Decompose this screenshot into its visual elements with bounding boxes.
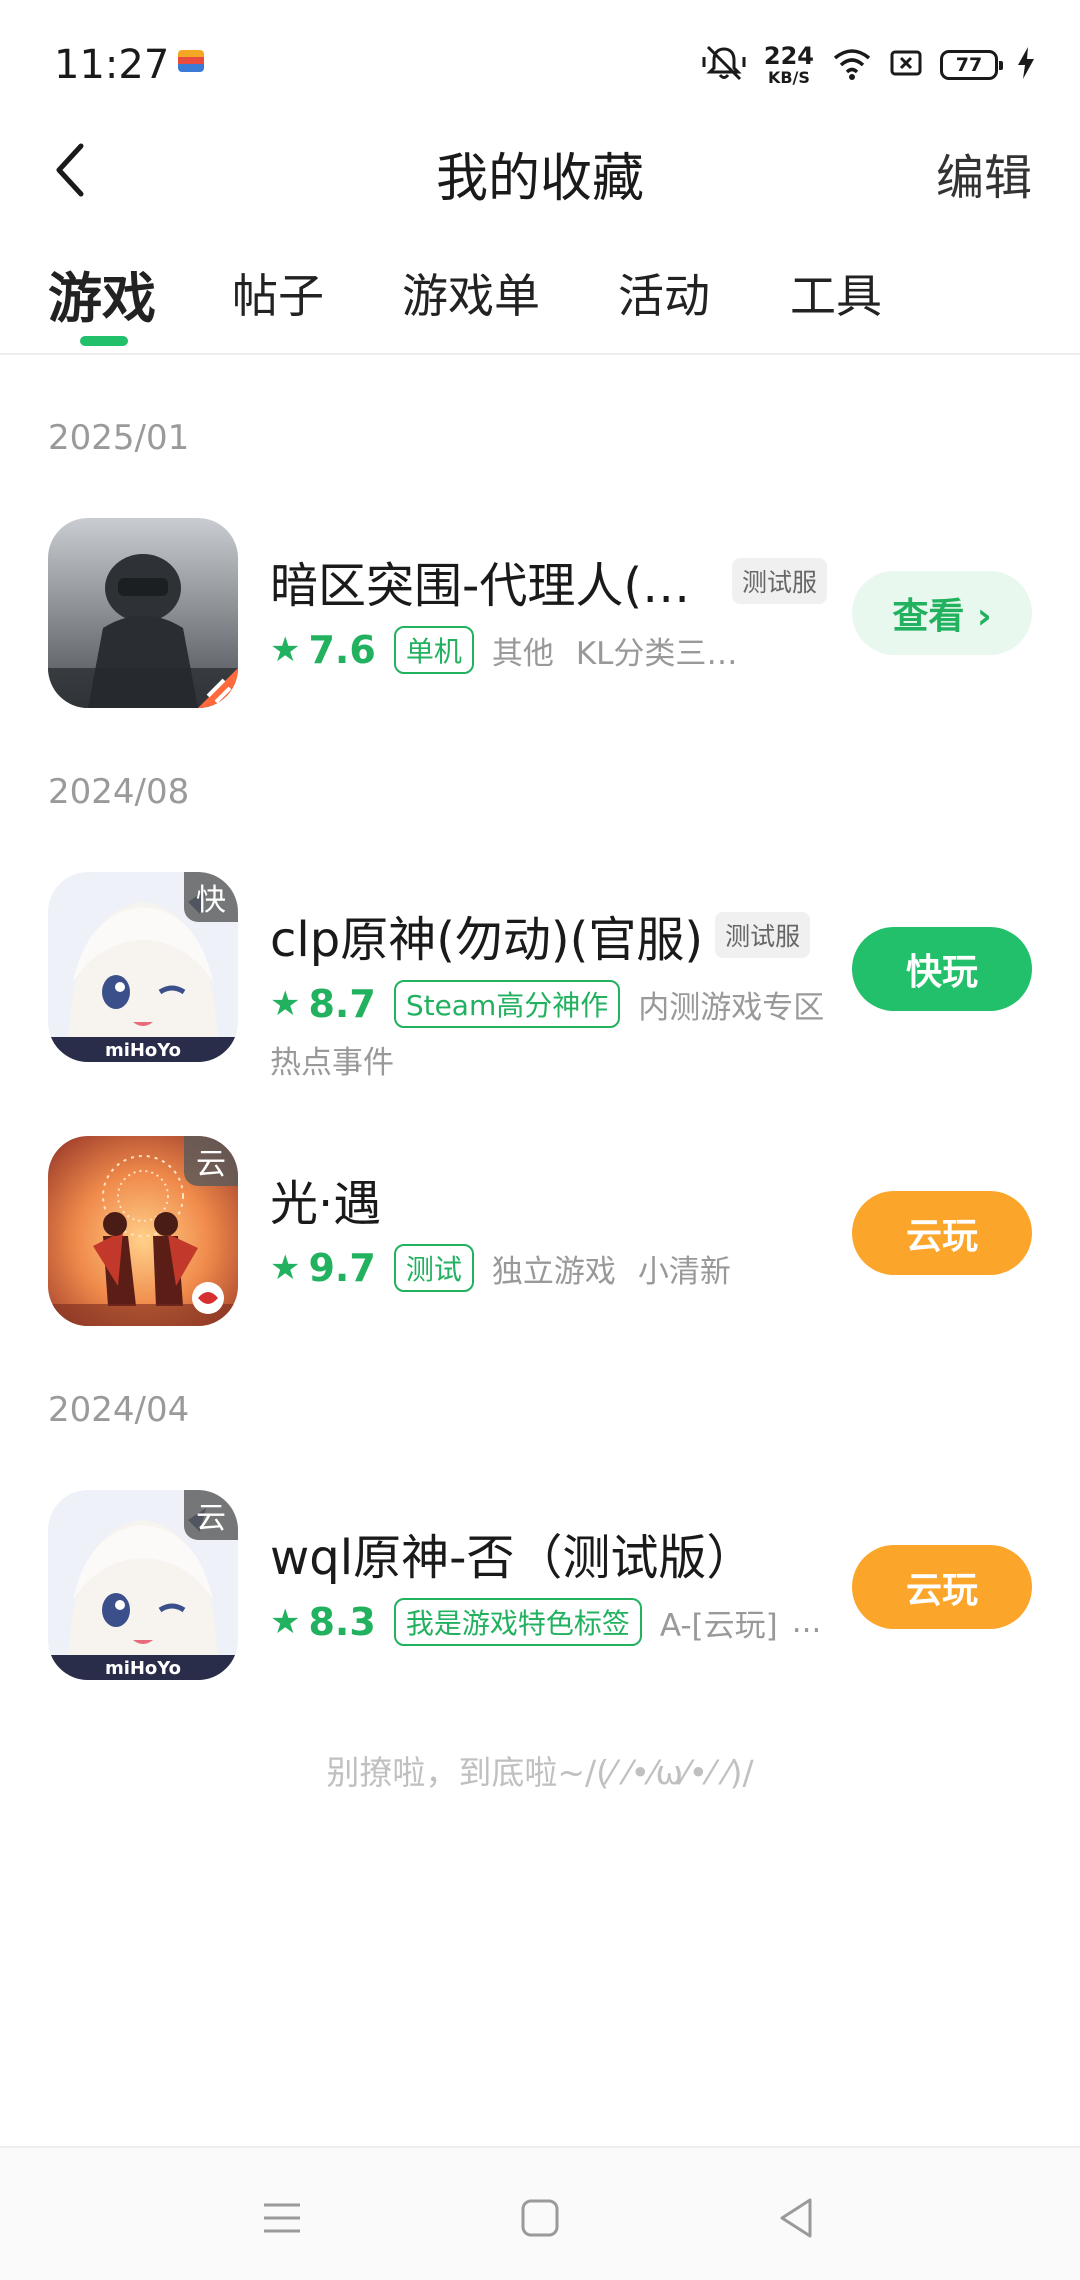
game-meta: ★ 8.7 Steam高分神作 内测游戏专区 [270, 980, 824, 1028]
tab-game-lists[interactable]: 游戏单 [402, 260, 540, 326]
star-icon: ★ [270, 630, 301, 670]
game-extra-tag: 热点事件 [270, 1045, 394, 1081]
net-speed-unit: KB/S [767, 68, 810, 87]
page-title: 我的收藏 [435, 149, 644, 209]
game-category: 独立游戏 [491, 1253, 616, 1290]
game-tag: Steam高分神作 [393, 980, 621, 1028]
system-nav-bar [0, 2146, 1080, 2280]
game-tag: 测试 [393, 1244, 474, 1292]
test-server-badge: 测试服 [715, 912, 811, 958]
tab-tools[interactable]: 工具 [790, 260, 882, 326]
game-title-line: clp原神(勿动)(官服) 测试服 [270, 900, 811, 970]
game-category: 内测游戏专区 [638, 989, 825, 1026]
game-title-line: 暗区突围-代理人(官服) 测试服 [270, 546, 828, 616]
charging-icon [1016, 46, 1036, 84]
game-item[interactable]: 暗区突围-代理人(官服) 测试服 ★ 7.6 单机 其他 KL分类三转一零零 查… [0, 518, 1080, 718]
cloud-play-button[interactable]: 云玩 [852, 1191, 1032, 1275]
game-icon[interactable]: miHoYo 云 [48, 1490, 238, 1680]
cloud-badge: 云 [184, 1490, 238, 1540]
game-tag: 单机 [393, 626, 474, 674]
tab-posts[interactable]: 帖子 [232, 260, 324, 326]
nav-back-button[interactable] [766, 2190, 826, 2246]
app-notification-icon [178, 50, 204, 72]
date-label: 2024/04 [48, 1390, 190, 1430]
game-name: 光·遇 [270, 1176, 382, 1232]
status-icons: 224 KB/S 77 [702, 40, 1036, 90]
test-server-badge: 测试服 [732, 558, 828, 604]
quick-play-badge: 快 [184, 872, 238, 922]
game-category: A-[云玩] [659, 1607, 778, 1644]
status-bar: 11:27 224 KB/S 77 [0, 0, 1080, 130]
cloud-play-button[interactable]: 云玩 [852, 1545, 1032, 1629]
game-score: 9.7 [308, 1246, 376, 1290]
mihoyo-label: miHoYo [105, 1658, 181, 1679]
game-meta: ★ 9.7 测试 独立游戏 小清新 [270, 1244, 753, 1292]
end-of-list-note: 别撩啦，到底啦~/(⁄ ⁄•⁄ω⁄•⁄ ⁄)/ [326, 1753, 754, 1792]
date-label: 2024/08 [48, 772, 190, 812]
wifi-icon [832, 46, 872, 84]
game-name: 暗区突围-代理人(官服) [270, 558, 720, 614]
game-icon[interactable]: 云 [48, 1136, 238, 1326]
game-tag: 我是游戏特色标签 [393, 1598, 642, 1646]
battery-level: 77 [955, 54, 983, 76]
game-category: KL分类三转一零零 [575, 635, 766, 672]
game-item[interactable]: 云 光·遇 ★ 9.7 测试 独立游戏 小清新 云玩 [0, 1136, 1080, 1336]
star-icon: ★ [270, 984, 301, 1024]
game-icon[interactable]: miHoYo 快 [48, 872, 238, 1062]
game-name: wql原神-否（测试版） [270, 1530, 755, 1586]
game-meta: ★ 7.6 单机 其他 KL分类三转一零零 [270, 626, 766, 674]
game-score: 8.3 [308, 1600, 376, 1644]
game-category: ... [791, 1604, 822, 1640]
mihoyo-label: miHoYo [105, 1040, 181, 1061]
nav-home-button[interactable] [510, 2190, 570, 2246]
net-speed: 224 KB/S [764, 44, 814, 86]
view-button[interactable]: 查看 › [852, 571, 1032, 655]
game-title-line: 光·遇 [270, 1164, 381, 1234]
edit-button[interactable]: 编辑 [936, 138, 1032, 208]
game-category: 其他 [491, 635, 554, 672]
game-title-line: wql原神-否（测试版） [270, 1518, 754, 1588]
tab-events[interactable]: 活动 [618, 260, 710, 326]
header: 我的收藏 编辑 [0, 120, 1080, 220]
net-speed-value: 224 [763, 42, 814, 70]
menu-icon [264, 2203, 300, 2233]
star-icon: ★ [270, 1602, 301, 1642]
active-tab-indicator [80, 336, 128, 346]
game-score: 8.7 [308, 982, 376, 1026]
tab-games[interactable]: 游戏 [48, 254, 156, 333]
nav-menu-button[interactable] [252, 2190, 312, 2246]
game-meta: ★ 8.3 我是游戏特色标签 A-[云玩] ... [270, 1598, 843, 1646]
quick-play-button[interactable]: 快玩 [852, 927, 1032, 1011]
date-label: 2025/01 [48, 418, 190, 458]
back-triangle-icon [780, 2198, 812, 2238]
game-category: 小清新 [637, 1253, 731, 1290]
star-icon: ★ [270, 1248, 301, 1288]
game-name: clp原神(勿动)(官服) [270, 912, 704, 968]
game-score: 7.6 [308, 628, 376, 672]
sim-icon [890, 49, 922, 81]
game-item[interactable]: miHoYo 云 wql原神-否（测试版） ★ 8.3 我是游戏特色标签 A-[… [0, 1490, 1080, 1690]
home-square-icon [521, 2199, 559, 2237]
tab-bar: 游戏 帖子 游戏单 活动 工具 [0, 250, 1080, 355]
battery-icon: 77 [940, 50, 1003, 80]
cloud-badge: 云 [184, 1136, 238, 1186]
game-item[interactable]: miHoYo 快 clp原神(勿动)(官服) 测试服 ★ 8.7 Steam高分… [0, 872, 1080, 1092]
game-icon[interactable] [48, 518, 238, 708]
mute-icon [702, 43, 746, 87]
status-time: 11:27 [54, 42, 170, 88]
